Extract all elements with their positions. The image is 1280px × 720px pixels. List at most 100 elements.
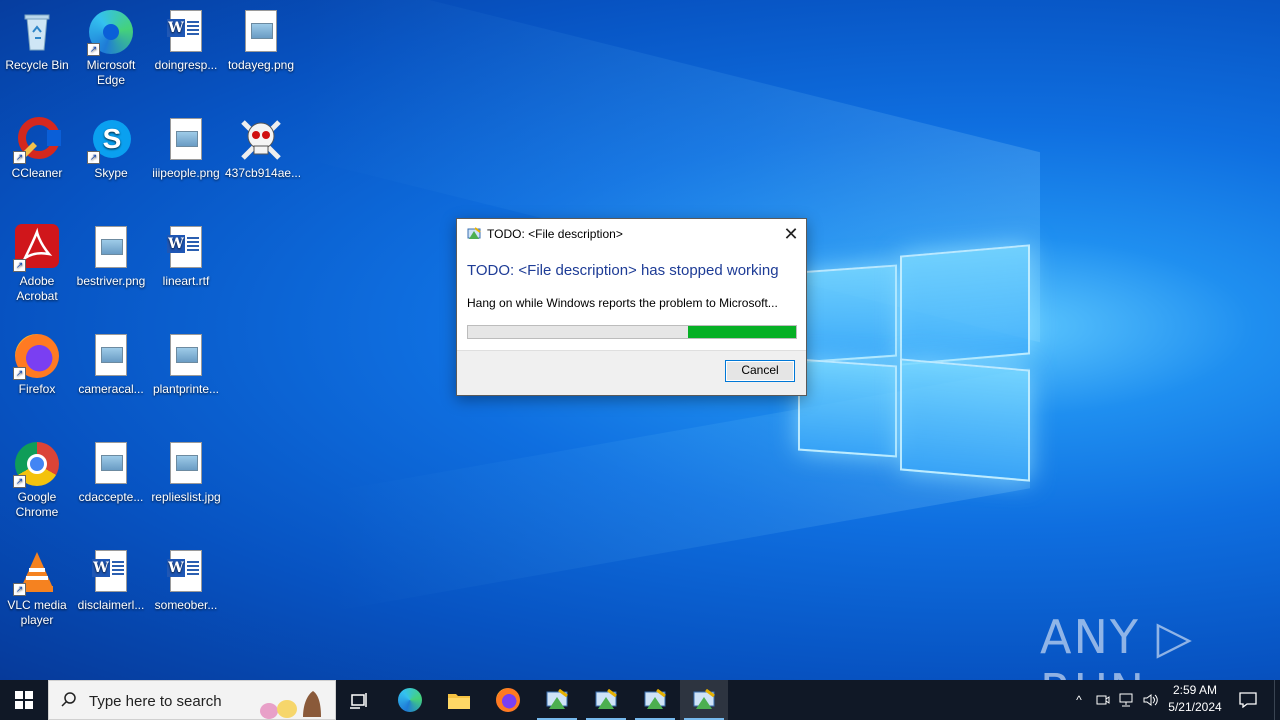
desktop-icon-cdaccepte[interactable]: cdaccepte...	[75, 440, 147, 505]
desktop-icon-label: replieslist.jpg	[151, 490, 221, 504]
show-hidden-icons-button[interactable]: ^	[1068, 680, 1090, 720]
cancel-button[interactable]: Cancel	[725, 360, 795, 382]
tray-meet-now[interactable]	[1092, 680, 1114, 720]
search-icon	[61, 692, 76, 707]
desktop-icon-label: bestriver.png	[76, 274, 146, 288]
desktop-icon-label: todayeg.png	[227, 58, 295, 72]
clock-time: 2:59 AM	[1172, 683, 1218, 697]
notification-icon	[1239, 692, 1257, 708]
windows-logo-pane	[900, 244, 1030, 366]
tray-network[interactable]	[1116, 680, 1138, 720]
word-doc-icon: W	[162, 224, 210, 272]
taskbar-app-1[interactable]	[533, 680, 581, 720]
windows-logo-pane	[798, 358, 897, 458]
desktop-icon-label: plantprinte...	[152, 382, 220, 396]
chrome-icon: ↗	[13, 440, 61, 488]
image-file-icon	[162, 332, 210, 380]
taskbar: Type here to search ^ 2:59 AM 5/21/2024	[0, 680, 1280, 720]
taskbar-file-explorer[interactable]	[435, 680, 483, 720]
desktop-icon-google-chrome[interactable]: ↗ Google Chrome	[1, 440, 73, 520]
desktop-icon-label: 437cb914ae...	[225, 166, 302, 180]
app-icon	[546, 689, 568, 709]
desktop-icon-adobe-acrobat[interactable]: ↗ Adobe Acrobat	[1, 224, 73, 304]
shortcut-arrow-icon: ↗	[87, 43, 100, 56]
desktop-icon-doingresp[interactable]: W doingresp...	[150, 8, 222, 73]
shortcut-arrow-icon: ↗	[13, 151, 26, 164]
desktop-icon-lineart[interactable]: W lineart.rtf	[150, 224, 222, 289]
desktop-icon-ccleaner[interactable]: ↗ CCleaner	[1, 116, 73, 181]
shortcut-arrow-icon: ↗	[87, 151, 100, 164]
dialog-heading: TODO: <File description> has stopped wor…	[467, 262, 779, 279]
desktop-icon-vlc[interactable]: ↗ VLC media player	[1, 548, 73, 628]
start-button[interactable]	[0, 680, 48, 720]
desktop-icon-disclaimerl[interactable]: W disclaimerl...	[75, 548, 147, 613]
image-file-icon	[87, 332, 135, 380]
taskbar-clock[interactable]: 2:59 AM 5/21/2024	[1162, 682, 1228, 716]
volume-icon	[1143, 694, 1158, 706]
desktop-icon-label: Recycle Bin	[5, 58, 69, 72]
search-highlight-icon	[260, 691, 321, 719]
desktop-icon-437cb914ae[interactable]: 437cb914ae...	[225, 116, 302, 181]
taskbar-app-4[interactable]	[680, 680, 728, 720]
image-file-icon	[87, 224, 135, 272]
image-file-icon	[87, 440, 135, 488]
dialog-titlebar[interactable]: TODO: <File description> ✕	[457, 219, 806, 249]
desktop-icon-label: cdaccepte...	[78, 490, 144, 504]
desktop-icon-someober[interactable]: W someober...	[150, 548, 222, 613]
firefox-icon	[496, 688, 520, 712]
shortcut-arrow-icon: ↗	[13, 367, 26, 380]
desktop-icon-label: Google Chrome	[15, 490, 59, 519]
search-placeholder: Type here to search	[89, 693, 222, 710]
desktop-icon-label: Microsoft Edge	[86, 58, 136, 87]
tray-volume[interactable]	[1140, 680, 1162, 720]
taskbar-search-box[interactable]: Type here to search	[48, 680, 336, 720]
desktop-icon-recycle-bin[interactable]: Recycle Bin	[1, 8, 73, 73]
desktop-icon-plantprinte[interactable]: plantprinte...	[150, 332, 222, 397]
desktop-icon-label: Firefox	[18, 382, 56, 396]
dialog-title: TODO: <File description>	[487, 227, 623, 241]
acrobat-icon: ↗	[13, 224, 61, 272]
taskbar-firefox[interactable]	[484, 680, 532, 720]
report-progress-bar	[467, 325, 797, 339]
taskbar-edge[interactable]	[386, 680, 434, 720]
show-desktop-button[interactable]	[1274, 680, 1280, 720]
close-button[interactable]: ✕	[776, 219, 806, 249]
desktop-icon-label: cameracal...	[78, 382, 144, 396]
action-center-button[interactable]	[1234, 680, 1262, 720]
desktop-icon-microsoft-edge[interactable]: ↗ Microsoft Edge	[75, 8, 147, 88]
anyrun-watermark: ANY ▷ RUN	[1040, 610, 1194, 680]
desktop-icon-firefox[interactable]: ↗ Firefox	[1, 332, 73, 397]
image-file-icon	[237, 8, 285, 56]
dialog-footer: Cancel	[457, 350, 806, 395]
desktop-icon-bestriver[interactable]: bestriver.png	[75, 224, 147, 289]
chevron-up-icon: ^	[1076, 693, 1082, 707]
shortcut-arrow-icon: ↗	[13, 475, 26, 488]
close-icon: ✕	[783, 224, 799, 244]
windows-logo-pane	[900, 358, 1030, 482]
task-view-button[interactable]	[336, 680, 384, 720]
app-icon	[644, 689, 666, 709]
desktop-icon-todayeg[interactable]: todayeg.png	[225, 8, 297, 73]
desktop-icon-label: disclaimerl...	[77, 598, 145, 612]
desktop-icon-label: lineart.rtf	[162, 274, 210, 288]
image-file-icon	[162, 440, 210, 488]
file-explorer-icon	[448, 694, 470, 709]
app-icon	[693, 689, 715, 709]
recycle-bin-icon	[13, 8, 61, 56]
windows-logo-pane	[798, 264, 897, 364]
desktop-icon-cameracal[interactable]: cameracal...	[75, 332, 147, 397]
taskbar-app-3[interactable]	[631, 680, 679, 720]
error-report-dialog: TODO: <File description> ✕ TODO: <File d…	[456, 218, 807, 396]
desktop-icon-iiipeople[interactable]: iiipeople.png	[150, 116, 222, 181]
network-icon	[1119, 693, 1133, 707]
ccleaner-icon: ↗	[13, 116, 61, 164]
word-doc-icon: W	[162, 8, 210, 56]
dialog-message: Hang on while Windows reports the proble…	[467, 296, 778, 310]
desktop: Recycle Bin ↗ CCleaner ↗ Adobe Acrobat ↗…	[0, 0, 1280, 680]
taskbar-app-2[interactable]	[582, 680, 630, 720]
webcam-icon	[1096, 695, 1110, 705]
windows-start-icon	[15, 691, 33, 709]
image-file-icon	[162, 116, 210, 164]
desktop-icon-skype[interactable]: S ↗ Skype	[75, 116, 147, 181]
desktop-icon-replieslist[interactable]: replieslist.jpg	[150, 440, 222, 505]
